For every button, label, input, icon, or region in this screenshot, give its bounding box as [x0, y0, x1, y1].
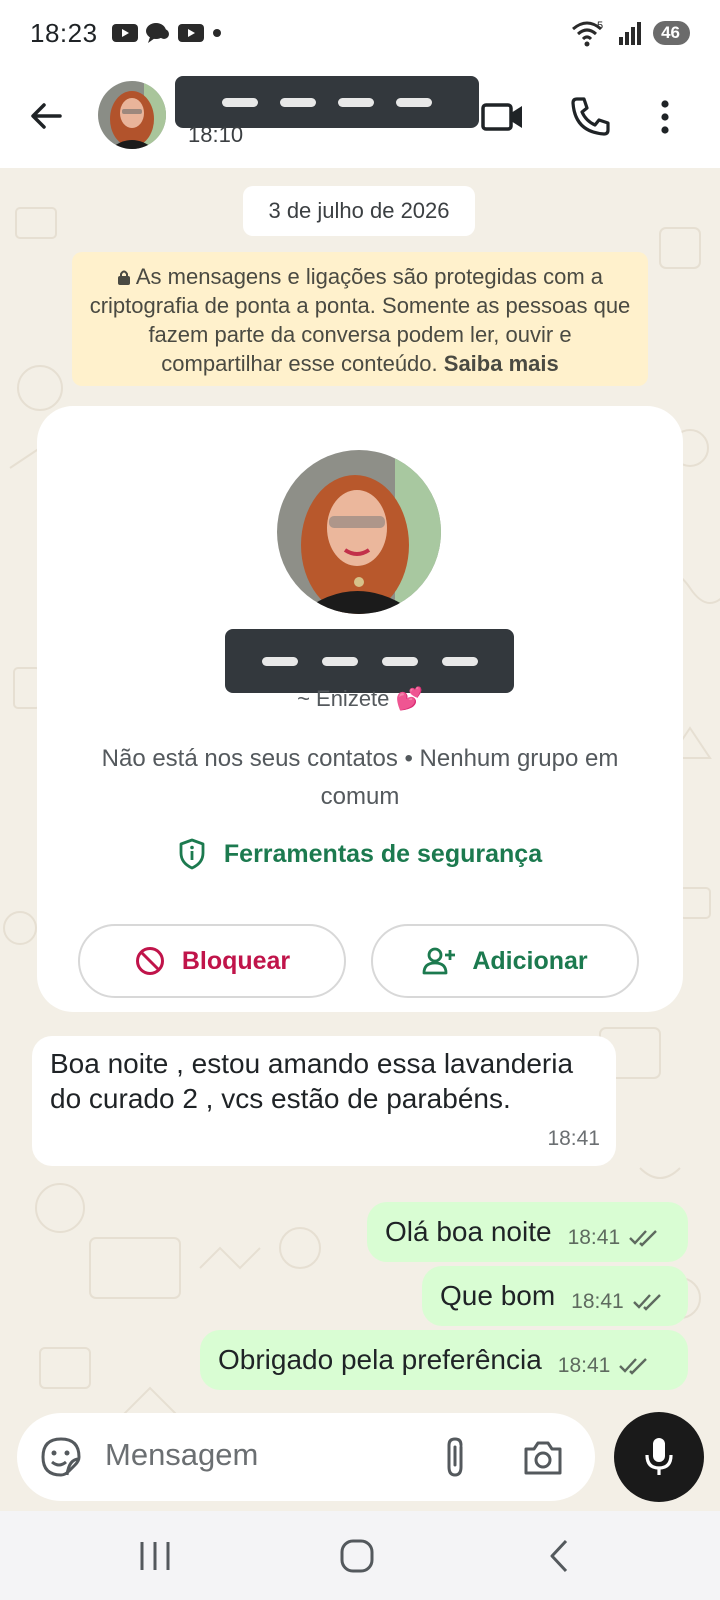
youtube-icon — [111, 24, 138, 42]
double-check-icon — [632, 1294, 661, 1311]
lock-icon — [117, 270, 130, 285]
message-text: Que bom — [440, 1280, 556, 1311]
profile-photo-image — [277, 450, 441, 614]
push-name: ~ Enizete 💕 — [297, 686, 423, 711]
contact-name-redacted — [225, 629, 514, 693]
last-seen: 18:10 — [188, 122, 244, 147]
system-icons: 5 46 — [571, 19, 690, 47]
contact-name-redacted[interactable] — [175, 76, 479, 128]
encryption-notice[interactable]: As mensagens e ligações são protegidas c… — [72, 252, 648, 386]
contact-avatar[interactable] — [98, 81, 166, 149]
message-input[interactable]: Mensagem — [105, 1437, 258, 1473]
status-time: 18:23 — [30, 17, 98, 48]
chat-bubbles-icon — [145, 23, 169, 43]
recents-icon[interactable] — [136, 1539, 174, 1573]
message-time: 18:41 — [567, 1226, 621, 1249]
shield-icon — [179, 838, 205, 870]
status-bar: 18:23 5 46 — [0, 0, 720, 66]
contact-status-info: Não está nos seus contatos • Nenhum grup… — [101, 745, 619, 810]
message-outgoing[interactable]: Obrigado pela preferência 18:41 — [200, 1330, 688, 1390]
message-composer[interactable]: Mensagem — [17, 1413, 595, 1501]
chat-header: 18:10 — [0, 66, 720, 168]
double-check-icon — [619, 1358, 648, 1375]
message-outgoing[interactable]: Olá boa noite 18:41 — [367, 1202, 688, 1262]
home-icon[interactable] — [338, 1537, 376, 1575]
sticker-icon[interactable] — [39, 1435, 83, 1479]
more-vert-icon[interactable] — [646, 94, 684, 140]
add-label: Adicionar — [472, 946, 588, 975]
double-check-icon — [629, 1230, 657, 1247]
contact-profile-photo[interactable] — [277, 450, 441, 614]
add-person-icon — [422, 947, 456, 975]
message-time: 18:41 — [557, 1354, 611, 1377]
attach-icon[interactable] — [437, 1435, 473, 1479]
wifi-icon: 5 — [572, 20, 603, 47]
learn-more-link[interactable]: Saiba mais — [444, 351, 559, 376]
camera-icon[interactable] — [521, 1435, 565, 1479]
safety-tools-label: Ferramentas de segurança — [223, 839, 543, 868]
back-icon[interactable] — [546, 1537, 574, 1575]
notification-icons — [111, 22, 222, 44]
chat-area[interactable]: 3 de julho de 2026 As mensagens e ligaçõ… — [0, 168, 720, 1511]
safety-tools-link[interactable]: Ferramentas de segurança — [37, 834, 683, 874]
block-icon — [135, 947, 164, 975]
system-navigation-bar — [0, 1511, 720, 1600]
youtube-icon — [177, 24, 204, 42]
signal-icon — [619, 22, 642, 45]
phone-icon[interactable] — [567, 94, 613, 140]
message-time: 18:41 — [571, 1290, 624, 1313]
date-chip: 3 de julho de 2026 — [243, 186, 475, 236]
message-outgoing[interactable]: Que bom 18:41 — [422, 1266, 688, 1326]
message-text: Boa noite , estou amando essa lavanderia… — [50, 1048, 574, 1114]
video-call-icon[interactable] — [480, 94, 526, 140]
wifi-band-label: 5 — [597, 20, 603, 32]
dot-icon — [212, 29, 221, 37]
message-text: Obrigado pela preferência — [218, 1344, 542, 1375]
contact-info-card: ~ Enizete 💕 Não está nos seus contatos •… — [37, 406, 683, 1012]
avatar-photo — [98, 81, 166, 149]
mic-button[interactable] — [614, 1412, 704, 1502]
message-incoming[interactable]: Boa noite , estou amando essa lavanderia… — [32, 1036, 616, 1166]
back-arrow-icon[interactable] — [26, 96, 66, 136]
add-contact-button[interactable]: Adicionar — [371, 924, 639, 998]
mic-icon — [645, 1438, 673, 1475]
battery-indicator: 46 — [653, 21, 690, 45]
block-button[interactable]: Bloquear — [78, 924, 346, 998]
message-time: 18:41 — [547, 1127, 600, 1150]
message-text: Olá boa noite — [385, 1216, 552, 1247]
block-label: Bloquear — [181, 946, 291, 975]
